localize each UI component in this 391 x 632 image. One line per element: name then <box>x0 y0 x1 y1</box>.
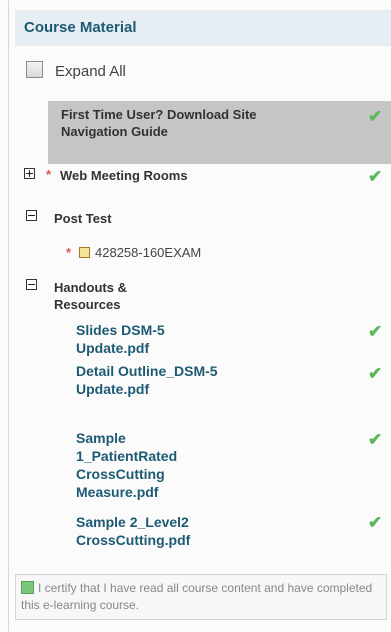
certify-text: I certify that I have read all course co… <box>21 581 373 612</box>
first-time-user-link[interactable]: First Time User? Download Site Navigatio… <box>61 106 281 140</box>
certify-box: I certify that I have read all course co… <box>15 574 387 620</box>
completed-check-icon: ✔ <box>368 430 383 449</box>
exam-link[interactable]: 428258-160EXAM <box>95 245 201 260</box>
handout-file-link[interactable]: Detail Outline_DSM-5 Update.pdf <box>76 362 226 398</box>
panel-divider <box>8 0 9 632</box>
course-material-header: Course Material <box>15 10 391 46</box>
required-star: * <box>66 245 72 260</box>
completed-check-icon: ✔ <box>368 513 383 532</box>
checkbox-icon <box>26 61 43 78</box>
handout-file-link[interactable]: Sample 1_PatientRated CrossCutting Measu… <box>76 429 206 501</box>
page-title: Course Material <box>24 19 137 36</box>
expand-toggle-icon[interactable]: + <box>24 168 35 179</box>
edit-exam-icon <box>79 247 90 258</box>
expand-all-label[interactable]: Expand All <box>55 63 126 80</box>
handout-file-link[interactable]: Sample 2_Level2 CrossCutting.pdf <box>76 513 236 549</box>
post-test-label[interactable]: Post Test <box>54 210 112 227</box>
handouts-resources-label[interactable]: Handouts & Resources <box>54 279 174 313</box>
collapse-toggle-icon[interactable]: − <box>26 279 37 290</box>
completed-check-icon: ✔ <box>368 167 383 186</box>
collapse-toggle-icon[interactable]: − <box>26 210 37 221</box>
required-star: * <box>46 167 52 182</box>
course-material-panel: Course Material Expand All First Time Us… <box>0 0 391 632</box>
web-meeting-rooms-label[interactable]: Web Meeting Rooms <box>60 167 210 184</box>
completed-check-icon: ✔ <box>368 322 383 341</box>
completed-check-icon: ✔ <box>368 364 383 383</box>
first-time-user-item[interactable]: First Time User? Download Site Navigatio… <box>48 101 391 164</box>
completed-check-icon: ✔ <box>368 107 383 126</box>
handout-file-link[interactable]: Slides DSM-5 Update.pdf <box>76 321 226 357</box>
